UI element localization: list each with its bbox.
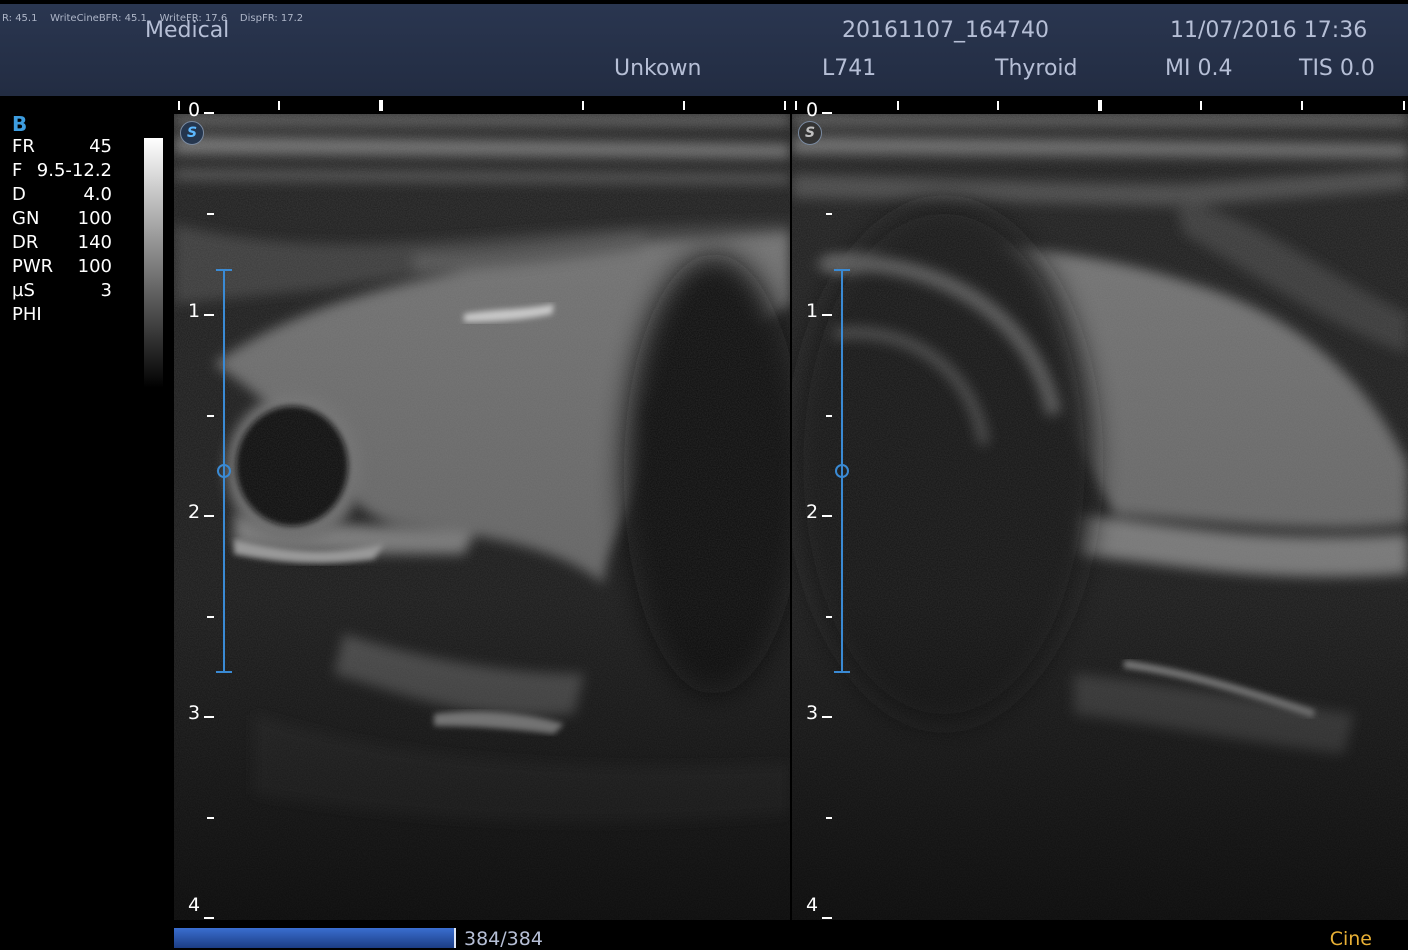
inactive-view-icon[interactable]: S	[798, 121, 822, 145]
depth-label-4: 4	[806, 894, 819, 916]
depth-label-3: 3	[806, 702, 819, 724]
depth-label-1: 1	[188, 300, 201, 322]
cine-label[interactable]: Cine	[1330, 928, 1372, 950]
depth-label-2: 2	[806, 501, 819, 523]
focal-zone-markers[interactable]	[216, 269, 850, 673]
cine-frame-counter: 384/384	[464, 928, 543, 950]
depth-scales	[204, 112, 850, 919]
depth-label-3: 3	[188, 702, 201, 724]
cine-progress-bar[interactable]	[174, 928, 456, 948]
depth-label-0: 0	[806, 99, 819, 121]
depth-label-2: 2	[188, 501, 201, 523]
active-view-icon[interactable]: S	[180, 121, 204, 145]
depth-label-0: 0	[188, 99, 201, 121]
depth-label-4: 4	[188, 894, 201, 916]
depth-label-1: 1	[806, 300, 819, 322]
